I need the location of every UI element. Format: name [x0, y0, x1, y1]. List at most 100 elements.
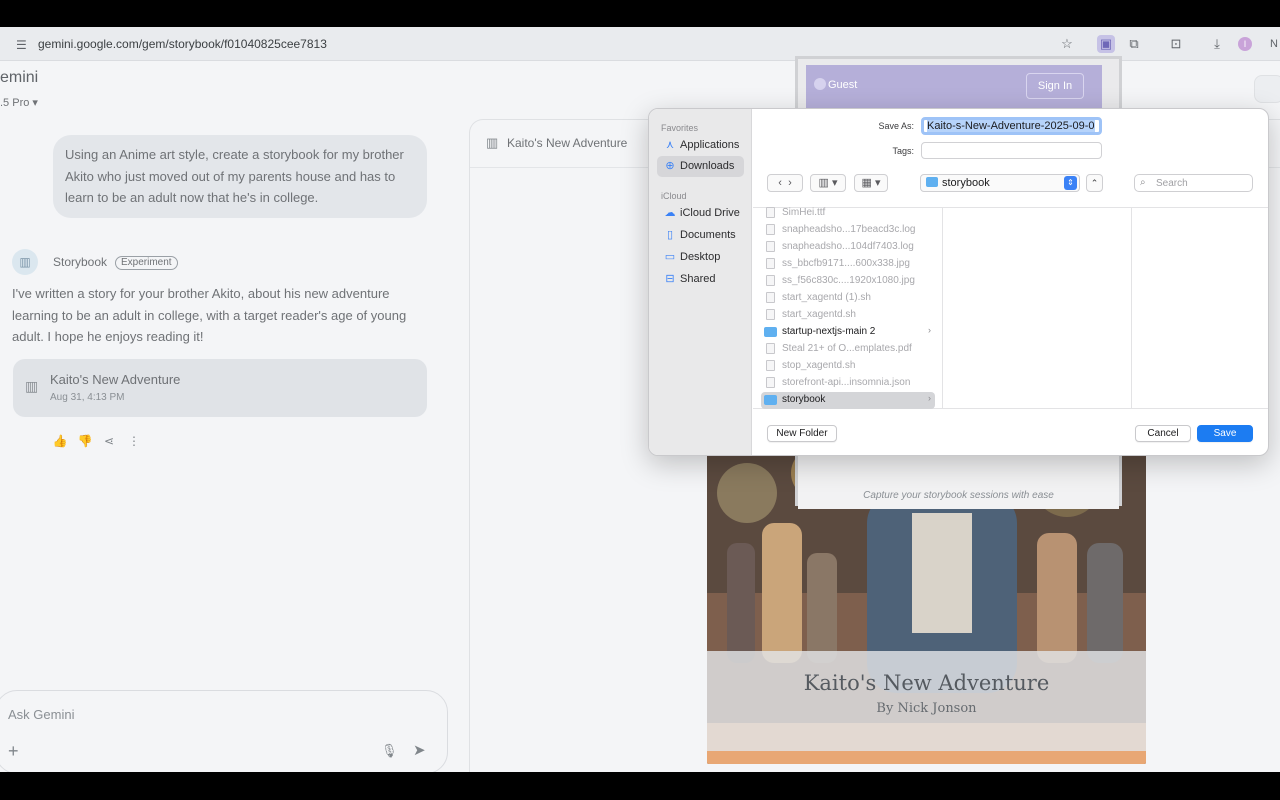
model-selector[interactable]: .5 Pro ▾ — [0, 96, 38, 109]
back-forward-buttons[interactable]: ‹ › — [767, 174, 803, 192]
chevron-right-icon: › — [928, 393, 931, 403]
updown-arrows-icon: ⇕ — [1064, 176, 1077, 190]
search-icon: ⌕ — [1140, 177, 1146, 188]
screen: ☰ gemini.google.com/gem/storybook/f01040… — [0, 27, 1280, 772]
sidebar-item-icloud-drive[interactable]: ☁ iCloud Drive — [657, 203, 744, 224]
file-icon — [766, 343, 775, 354]
applications-icon: ⋏ — [665, 139, 675, 151]
file-item[interactable]: start_xagentd.sh — [761, 307, 935, 324]
search-input[interactable]: ⌕ Search — [1134, 174, 1253, 192]
tune-icon[interactable]: ☰ — [16, 38, 27, 52]
prompt-input[interactable]: Ask Gemini + 🎙 ➤ — [0, 690, 448, 772]
file-name: start_xagentd (1).sh — [782, 292, 871, 303]
collapse-button[interactable]: ⌃ — [1086, 174, 1103, 192]
folder-icon — [764, 327, 777, 337]
save-as-label: Save As: — [878, 121, 914, 131]
app-title: emini — [0, 69, 39, 86]
save-button[interactable]: Save — [1197, 425, 1253, 442]
book-icon: ▥ — [486, 135, 499, 150]
file-name: ss_f56c830c....1920x1080.jpg — [782, 275, 915, 286]
file-item[interactable]: snapheadsho...17beacd3c.log — [761, 222, 935, 239]
download-icon[interactable]: ⤓ — [1208, 35, 1226, 53]
microphone-icon[interactable]: 🎙 — [381, 743, 398, 759]
location-select[interactable]: storybook ⇕ — [920, 174, 1080, 192]
file-browser: SimHei.ttf snapheadsho...17beacd3c.log s… — [753, 205, 1268, 409]
thumbs-up-icon[interactable]: 👍 — [52, 434, 68, 448]
desktop-icon: ▭ — [664, 251, 676, 263]
profile-avatar[interactable]: I — [1238, 37, 1252, 51]
file-name: SimHei.ttf — [782, 207, 826, 218]
folder-item-selected[interactable]: storybook › — [761, 392, 935, 409]
file-item[interactable]: stop_xagentd.sh — [761, 358, 935, 375]
share-icon[interactable]: ⋖ — [101, 434, 117, 448]
new-folder-button[interactable]: New Folder — [767, 425, 837, 442]
file-item[interactable]: SimHei.ttf — [761, 205, 935, 222]
folder-item[interactable]: startup-nextjs-main 2 › — [761, 324, 935, 341]
save-as-input[interactable]: Kaito-s-New-Adventure-2025-09-0 — [921, 117, 1102, 135]
thumbs-down-icon[interactable]: 👎 — [77, 434, 93, 448]
panel-side-button[interactable] — [1254, 75, 1280, 103]
storybook-card[interactable]: ▥ Kaito's New Adventure Aug 31, 4:13 PM — [13, 359, 427, 417]
storybook-avatar-icon: ▥ — [12, 249, 38, 275]
column-view-button[interactable]: ▥ ▾ — [810, 174, 846, 192]
star-icon[interactable]: ☆ — [1058, 35, 1076, 53]
sidebar-item-label: iCloud Drive — [680, 207, 740, 219]
assistant-name: Storybook — [53, 255, 108, 269]
sidebar-item-documents[interactable]: ▯ Documents — [657, 225, 744, 246]
downloads-icon: ⊕ — [665, 160, 675, 172]
sidebar-item-desktop[interactable]: ▭ Desktop — [657, 247, 744, 268]
back-icon[interactable]: ‹ — [778, 177, 782, 189]
sidebar-item-applications[interactable]: ⋏ Applications — [657, 135, 744, 156]
favorites-header: Favorites — [661, 123, 699, 133]
sign-in-button[interactable]: Sign In — [1026, 73, 1084, 99]
prompt-placeholder: Ask Gemini — [8, 707, 75, 722]
tab-search-icon[interactable]: ⊡ — [1167, 35, 1185, 53]
book-author: By Nick Jonson — [876, 701, 977, 716]
file-name: start_xagentd.sh — [782, 309, 856, 320]
sidebar-item-label: Desktop — [680, 251, 721, 263]
chevron-right-icon: › — [928, 325, 931, 335]
book-caption: Kaito's New Adventure By Nick Jonson — [707, 651, 1146, 751]
column-divider — [942, 208, 943, 408]
save-dialog: Favorites ⋏ Applications ⊕ Downloads iCl… — [648, 108, 1269, 456]
file-name: storybook — [782, 394, 826, 405]
file-item[interactable]: ss_bbcfb9171....600x338.jpg — [761, 256, 935, 273]
more-options-icon[interactable]: ⋮ — [126, 434, 142, 448]
add-icon[interactable]: + — [8, 741, 19, 762]
tags-input[interactable] — [921, 142, 1102, 159]
book-title: Kaito's New Adventure — [803, 671, 1050, 695]
file-item[interactable]: start_xagentd (1).sh — [761, 290, 935, 307]
file-name: snapheadsho...104df7403.log — [782, 241, 914, 252]
send-icon[interactable]: ➤ — [413, 741, 426, 759]
extensions-puzzle-icon[interactable]: ⧉ — [1125, 35, 1143, 53]
experiment-badge: Experiment — [115, 256, 178, 270]
search-placeholder: Search — [1156, 178, 1188, 189]
icloud-icon: ☁ — [664, 207, 676, 219]
file-name: startup-nextjs-main 2 — [782, 326, 876, 337]
file-name: ss_bbcfb9171....600x338.jpg — [782, 258, 910, 269]
filename-value: Kaito-s-New-Adventure-2025-09-0 — [927, 120, 1095, 132]
sidebar-item-label: Downloads — [680, 160, 735, 172]
file-item[interactable]: Steal 21+ of O...emplates.pdf — [761, 341, 935, 358]
grid-icon: ▦ — [861, 177, 872, 189]
folder-icon — [764, 395, 777, 405]
file-icon — [766, 224, 775, 235]
forward-icon[interactable]: › — [788, 177, 792, 189]
file-name: snapheadsho...17beacd3c.log — [782, 224, 916, 235]
file-item[interactable]: ss_f56c830c....1920x1080.jpg — [761, 273, 935, 290]
cancel-button[interactable]: Cancel — [1135, 425, 1191, 442]
group-view-button[interactable]: ▦ ▾ — [854, 174, 888, 192]
folder-icon — [926, 177, 938, 187]
address-bar[interactable]: gemini.google.com/gem/storybook/f0104082… — [38, 37, 327, 51]
chevron-up-icon: ⌃ — [1090, 178, 1099, 188]
dialog-sidebar: Favorites ⋏ Applications ⊕ Downloads iCl… — [649, 109, 752, 455]
card-date: Aug 31, 4:13 PM — [50, 392, 125, 403]
sidebar-item-downloads[interactable]: ⊕ Downloads — [657, 156, 744, 177]
extension-storybook-icon[interactable]: ▣ — [1097, 35, 1115, 53]
file-item[interactable]: snapheadsho...104df7403.log — [761, 239, 935, 256]
file-item[interactable]: storefront-api...insomnia.json — [761, 375, 935, 392]
file-name: Steal 21+ of O...emplates.pdf — [782, 343, 912, 354]
file-icon — [766, 360, 775, 371]
sidebar-item-shared[interactable]: ⊟ Shared — [657, 269, 744, 290]
file-icon — [766, 241, 775, 252]
